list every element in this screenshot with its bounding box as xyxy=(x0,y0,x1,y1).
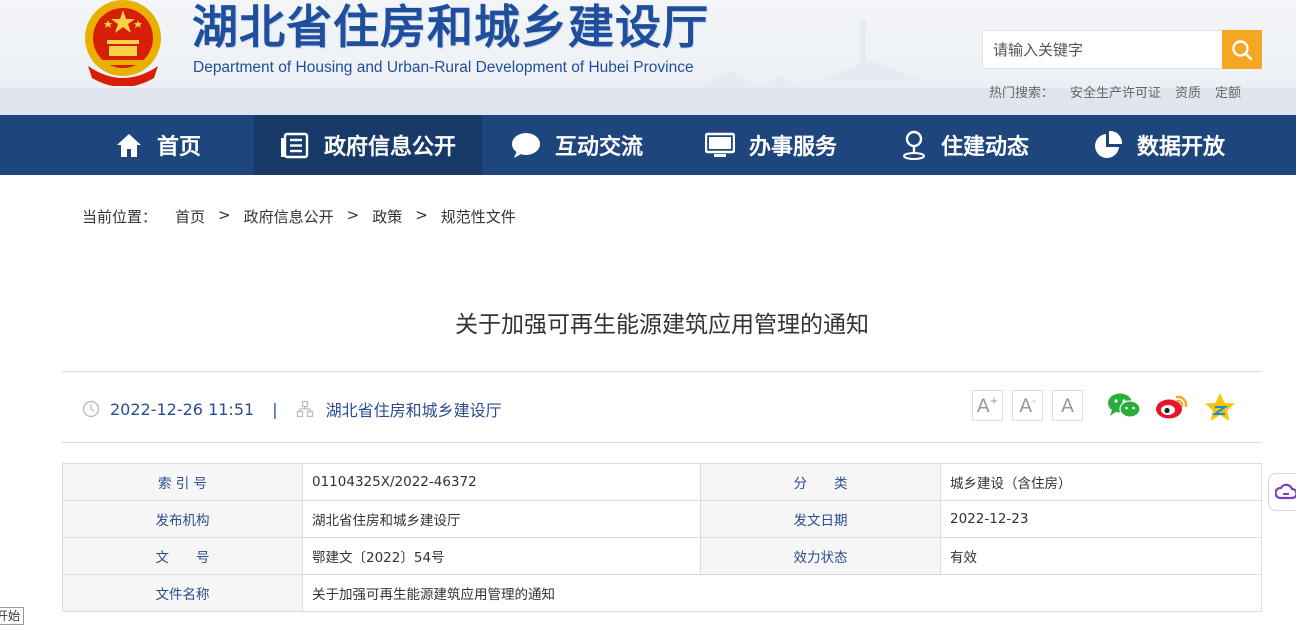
hot-search-link[interactable]: 定额 xyxy=(1215,82,1241,101)
info-key: 索 引 号 xyxy=(62,463,303,501)
info-value: 城乡建设（含住房） xyxy=(940,463,1262,501)
font-size-label: A xyxy=(1061,394,1074,417)
info-value: 有效 xyxy=(940,537,1262,575)
font-size-decrease-button[interactable]: A- xyxy=(1012,390,1043,421)
table-row: 文 号 鄂建文〔2022〕54号 效力状态 有效 xyxy=(62,537,1262,575)
font-size-reset-button[interactable]: A xyxy=(1052,390,1083,421)
info-value: 01104325X/2022-46372 xyxy=(302,463,701,501)
meta-separator: | xyxy=(272,399,278,419)
wechat-icon[interactable] xyxy=(1107,392,1141,420)
info-value: 2022-12-23 xyxy=(940,500,1262,538)
publish-source[interactable]: 湖北省住房和城乡建设厅 xyxy=(326,397,502,421)
info-value: 关于加强可再生能源建筑应用管理的通知 xyxy=(302,574,1262,612)
breadcrumb: 当前位置： 首页 > 政府信息公开 > 政策 > 规范性文件 xyxy=(82,206,516,227)
qzone-icon[interactable] xyxy=(1203,392,1237,422)
monitor-icon xyxy=(704,132,735,158)
info-key: 效力状态 xyxy=(700,537,941,575)
search-input[interactable] xyxy=(983,31,1222,68)
nav-item-label: 办事服务 xyxy=(748,135,837,160)
chat-bubble-icon xyxy=(511,131,541,159)
person-pin-icon xyxy=(901,130,927,160)
nav-item-label: 政府信息公开 xyxy=(323,135,456,160)
info-value: 鄂建文〔2022〕54号 xyxy=(302,537,701,575)
breadcrumb-item[interactable]: 规范性文件 xyxy=(441,206,516,227)
nav-item-services[interactable]: 办事服务 xyxy=(686,115,856,175)
site-header: 湖北省住房和城乡建设厅 Department of Housing and Ur… xyxy=(0,0,1296,115)
search-box xyxy=(982,30,1222,69)
nav-item-news[interactable]: 住建动态 xyxy=(880,115,1050,175)
info-key: 发文日期 xyxy=(700,500,941,538)
info-value: 湖北省住房和城乡建设厅 xyxy=(302,500,701,538)
font-size-increase-button[interactable]: A + xyxy=(972,390,1003,421)
breadcrumb-item[interactable]: 首页 xyxy=(175,206,205,227)
national-emblem-logo xyxy=(85,0,161,86)
font-size-label: A xyxy=(1019,394,1033,417)
breadcrumb-item[interactable]: 政府信息公开 xyxy=(244,206,334,227)
main-nav: 首页 政府信息公开 互动交流 办事服务 住建动态 数据开放 xyxy=(0,115,1296,175)
info-key: 文 号 xyxy=(62,537,303,575)
document-info-table: 索 引 号 01104325X/2022-46372 分 类 城乡建设（含住房）… xyxy=(62,463,1262,612)
org-tree-icon xyxy=(296,400,313,418)
info-key: 发布机构 xyxy=(62,500,303,538)
site-title: 湖北省住房和城乡建设厅 xyxy=(192,0,709,54)
clock-icon xyxy=(82,400,100,418)
breadcrumb-label: 当前位置： xyxy=(82,208,158,226)
divider xyxy=(62,442,1262,443)
document-list-icon xyxy=(280,131,310,159)
search-button[interactable] xyxy=(1222,30,1262,69)
search-icon xyxy=(1232,39,1253,60)
nav-item-home[interactable]: 首页 xyxy=(62,115,254,175)
article-meta: 2022-12-26 11:51 | 湖北省住房和城乡建设厅 A + A- A xyxy=(62,372,1262,442)
side-float-tab[interactable] xyxy=(1268,473,1296,511)
hot-search-link[interactable]: 安全生产许可证 xyxy=(1070,82,1161,101)
breadcrumb-separator: > xyxy=(218,206,231,224)
article-title: 关于加强可再生能源建筑应用管理的通知 xyxy=(455,312,869,338)
start-tag[interactable]: 开始 xyxy=(0,607,25,625)
home-icon xyxy=(115,131,143,159)
nav-item-interaction[interactable]: 互动交流 xyxy=(492,115,662,175)
info-key: 文件名称 xyxy=(62,574,303,612)
nav-item-gov-info[interactable]: 政府信息公开 xyxy=(254,115,482,175)
pie-chart-icon xyxy=(1093,130,1123,160)
breadcrumb-separator: > xyxy=(415,206,428,224)
hot-search-link[interactable]: 资质 xyxy=(1175,82,1201,101)
nav-item-label: 互动交流 xyxy=(554,135,643,160)
table-row: 索 引 号 01104325X/2022-46372 分 类 城乡建设（含住房） xyxy=(62,463,1262,501)
breadcrumb-separator: > xyxy=(346,206,360,224)
nav-item-open-data[interactable]: 数据开放 xyxy=(1074,115,1244,175)
font-size-label: A xyxy=(976,394,990,417)
weibo-icon[interactable] xyxy=(1155,392,1189,420)
nav-item-label: 数据开放 xyxy=(1136,135,1225,160)
info-key: 分 类 xyxy=(700,463,941,501)
nav-item-label: 首页 xyxy=(156,135,201,160)
publish-datetime: 2022-12-26 11:51 xyxy=(110,399,255,419)
hot-search-bar: 热门搜索： 安全生产许可证 资质 定额 xyxy=(989,82,1255,101)
nav-item-label: 住建动态 xyxy=(940,135,1029,160)
hot-search-label: 热门搜索： xyxy=(989,86,1055,101)
table-row: 发布机构 湖北省住房和城乡建设厅 发文日期 2022-12-23 xyxy=(62,500,1262,538)
breadcrumb-item[interactable]: 政策 xyxy=(372,206,402,227)
site-subtitle: Department of Housing and Urban-Rural De… xyxy=(193,59,694,76)
cloud-icon xyxy=(1275,483,1296,500)
article-meta-info: 2022-12-26 11:51 | 湖北省住房和城乡建设厅 xyxy=(82,397,502,421)
table-row: 文件名称 关于加强可再生能源建筑应用管理的通知 xyxy=(62,574,1262,612)
